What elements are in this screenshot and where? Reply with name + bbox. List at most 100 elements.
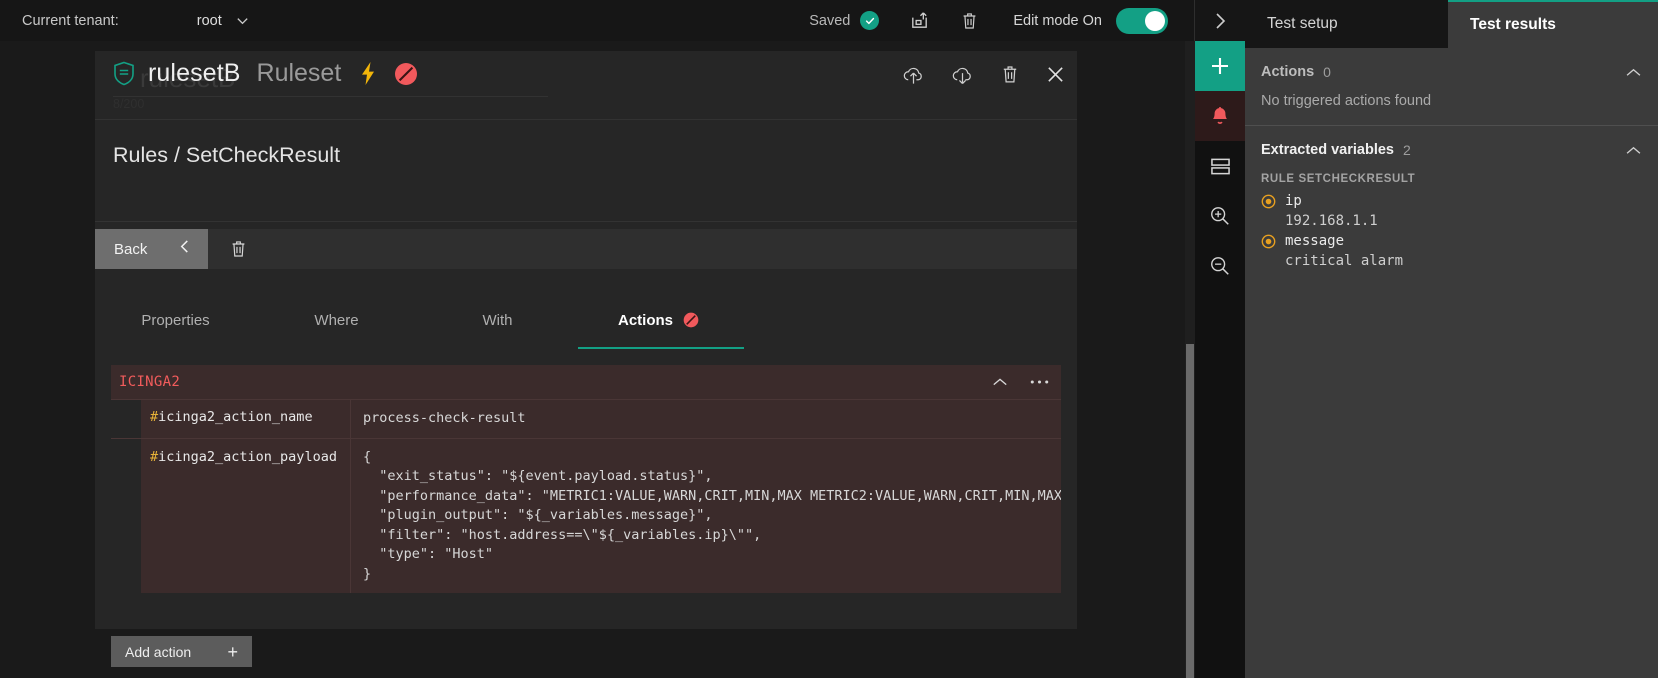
layout-panel-icon[interactable]	[1195, 141, 1245, 191]
chevron-up-icon[interactable]	[1625, 67, 1642, 78]
add-action-label: Add action	[125, 644, 191, 660]
char-counter: 8/200	[113, 97, 144, 111]
action-card-controls	[992, 376, 1049, 388]
actions-section-title: Actions	[1261, 64, 1314, 80]
variable-body: ip 192.168.1.1	[1285, 191, 1378, 231]
zoom-in-icon[interactable]	[1195, 191, 1245, 241]
variable-value: 192.168.1.1	[1285, 211, 1378, 231]
more-options-icon[interactable]	[1030, 379, 1049, 385]
cloud-upload-icon[interactable]	[902, 63, 925, 86]
hash-prefix: #	[150, 449, 158, 465]
test-panel-tabs: Test setup Test results	[1245, 0, 1658, 48]
shield-icon	[113, 62, 135, 86]
action-field-key: #icinga2_action_name	[141, 400, 351, 438]
row-gutter	[111, 439, 141, 594]
page-title: Rules / SetCheckResult	[113, 143, 340, 168]
rule-toolbar: Back	[95, 229, 1077, 269]
variable-item: message critical alarm	[1245, 231, 1658, 271]
plus-icon: +	[227, 643, 238, 661]
tab-actions[interactable]: Actions	[578, 291, 739, 349]
ruleset-card: rulesetB 8/200 rulesetB Ruleset	[95, 51, 1077, 629]
action-field-key-label: icinga2_action_payload	[158, 449, 337, 465]
icon-rail	[1195, 0, 1245, 678]
chevron-down-icon[interactable]	[235, 13, 250, 28]
tab-test-results[interactable]: Test results	[1448, 0, 1658, 48]
zoom-out-icon[interactable]	[1195, 241, 1245, 291]
variables-section-header: Extracted variables 2	[1245, 126, 1658, 158]
back-button-label: Back	[114, 241, 147, 258]
radio-dot-icon	[1261, 234, 1276, 249]
tab-label: Test results	[1470, 16, 1556, 34]
row-gutter	[111, 400, 141, 438]
disabled-badge-icon	[683, 312, 699, 328]
tab-label: Actions	[618, 312, 673, 329]
tab-label: Properties	[141, 312, 209, 329]
variable-value: critical alarm	[1285, 251, 1403, 271]
radio-dot-icon	[1261, 194, 1276, 209]
delete-rule-icon[interactable]	[208, 229, 268, 269]
add-icon[interactable]	[1195, 41, 1245, 91]
edit-mode-label: Edit mode On	[1013, 13, 1102, 29]
tab-label: Where	[314, 312, 358, 329]
tab-label: Test setup	[1267, 15, 1338, 33]
variables-count: 2	[1403, 142, 1411, 158]
tab-with[interactable]: With	[417, 291, 578, 349]
name-field-underline	[113, 96, 548, 97]
lightning-bolt-icon[interactable]	[359, 61, 377, 86]
ruleset-header: rulesetB 8/200 rulesetB Ruleset	[95, 51, 1077, 109]
tab-test-setup[interactable]: Test setup	[1245, 0, 1448, 48]
tab-label: With	[483, 312, 513, 329]
scrollbar-thumb[interactable]	[1186, 344, 1194, 678]
action-card-icinga2: ICINGA2	[111, 365, 1061, 593]
app-root: Current tenant: root Saved	[0, 0, 1658, 678]
back-button[interactable]: Back	[95, 229, 208, 269]
action-field-key: #icinga2_action_payload	[141, 439, 351, 594]
saved-status-label: Saved	[809, 13, 850, 29]
tenant-value[interactable]: root	[197, 13, 222, 29]
toggle-knob	[1145, 11, 1165, 31]
chevron-left-icon	[178, 239, 191, 259]
vertical-scrollbar[interactable]	[1185, 41, 1195, 678]
variable-body: message critical alarm	[1285, 231, 1403, 271]
delete-ruleset-icon[interactable]	[1000, 64, 1020, 85]
divider	[95, 119, 1077, 120]
top-bar: Current tenant: root Saved	[0, 0, 1195, 41]
bell-icon[interactable]	[1195, 91, 1245, 141]
actions-count: 0	[1323, 64, 1331, 80]
edit-mode-toggle[interactable]	[1116, 8, 1168, 34]
disabled-badge-icon[interactable]	[394, 62, 418, 86]
ruleset-name[interactable]: rulesetB	[148, 59, 241, 88]
tab-where[interactable]: Where	[256, 291, 417, 349]
delete-icon[interactable]	[960, 11, 979, 31]
tenant-label: Current tenant:	[22, 13, 119, 29]
ruleset-header-actions	[902, 63, 1065, 86]
action-field-value[interactable]: process-check-result	[351, 400, 1061, 438]
action-card-header[interactable]: ICINGA2	[111, 365, 1061, 399]
variables-section-title: Extracted variables	[1261, 142, 1394, 158]
tab-properties[interactable]: Properties	[95, 291, 256, 349]
main-column: Current tenant: root Saved	[0, 0, 1195, 678]
cloud-download-icon[interactable]	[951, 63, 974, 86]
action-field-value[interactable]: { "exit_status": "${event.payload.status…	[351, 439, 1061, 594]
ruleset-title-row: rulesetB Ruleset	[113, 59, 418, 88]
action-row: #icinga2_action_name process-check-resul…	[111, 399, 1061, 438]
hash-prefix: #	[150, 409, 158, 425]
expand-panel-button[interactable]	[1195, 0, 1245, 41]
action-row: #icinga2_action_payload { "exit_status":…	[111, 438, 1061, 594]
variable-name: ip	[1285, 191, 1378, 211]
close-icon[interactable]	[1046, 65, 1065, 84]
variable-item: ip 192.168.1.1	[1245, 191, 1658, 231]
add-action-button[interactable]: Add action +	[111, 636, 252, 667]
ruleset-type-label: Ruleset	[257, 59, 342, 88]
variable-name: message	[1285, 231, 1403, 251]
action-type-label: ICINGA2	[119, 374, 180, 390]
divider	[95, 221, 1077, 222]
variables-rule-label: RULE SETCHECKRESULT	[1245, 158, 1658, 191]
chevron-up-icon[interactable]	[992, 376, 1008, 388]
chevron-up-icon[interactable]	[1625, 145, 1642, 156]
rule-tabs: Properties Where With Actions	[95, 291, 1077, 349]
export-icon[interactable]	[909, 10, 930, 31]
test-panel: Test setup Test results Actions 0 No tri…	[1245, 0, 1658, 678]
top-bar-right: Saved	[809, 0, 1195, 41]
check-circle-icon	[860, 11, 879, 30]
